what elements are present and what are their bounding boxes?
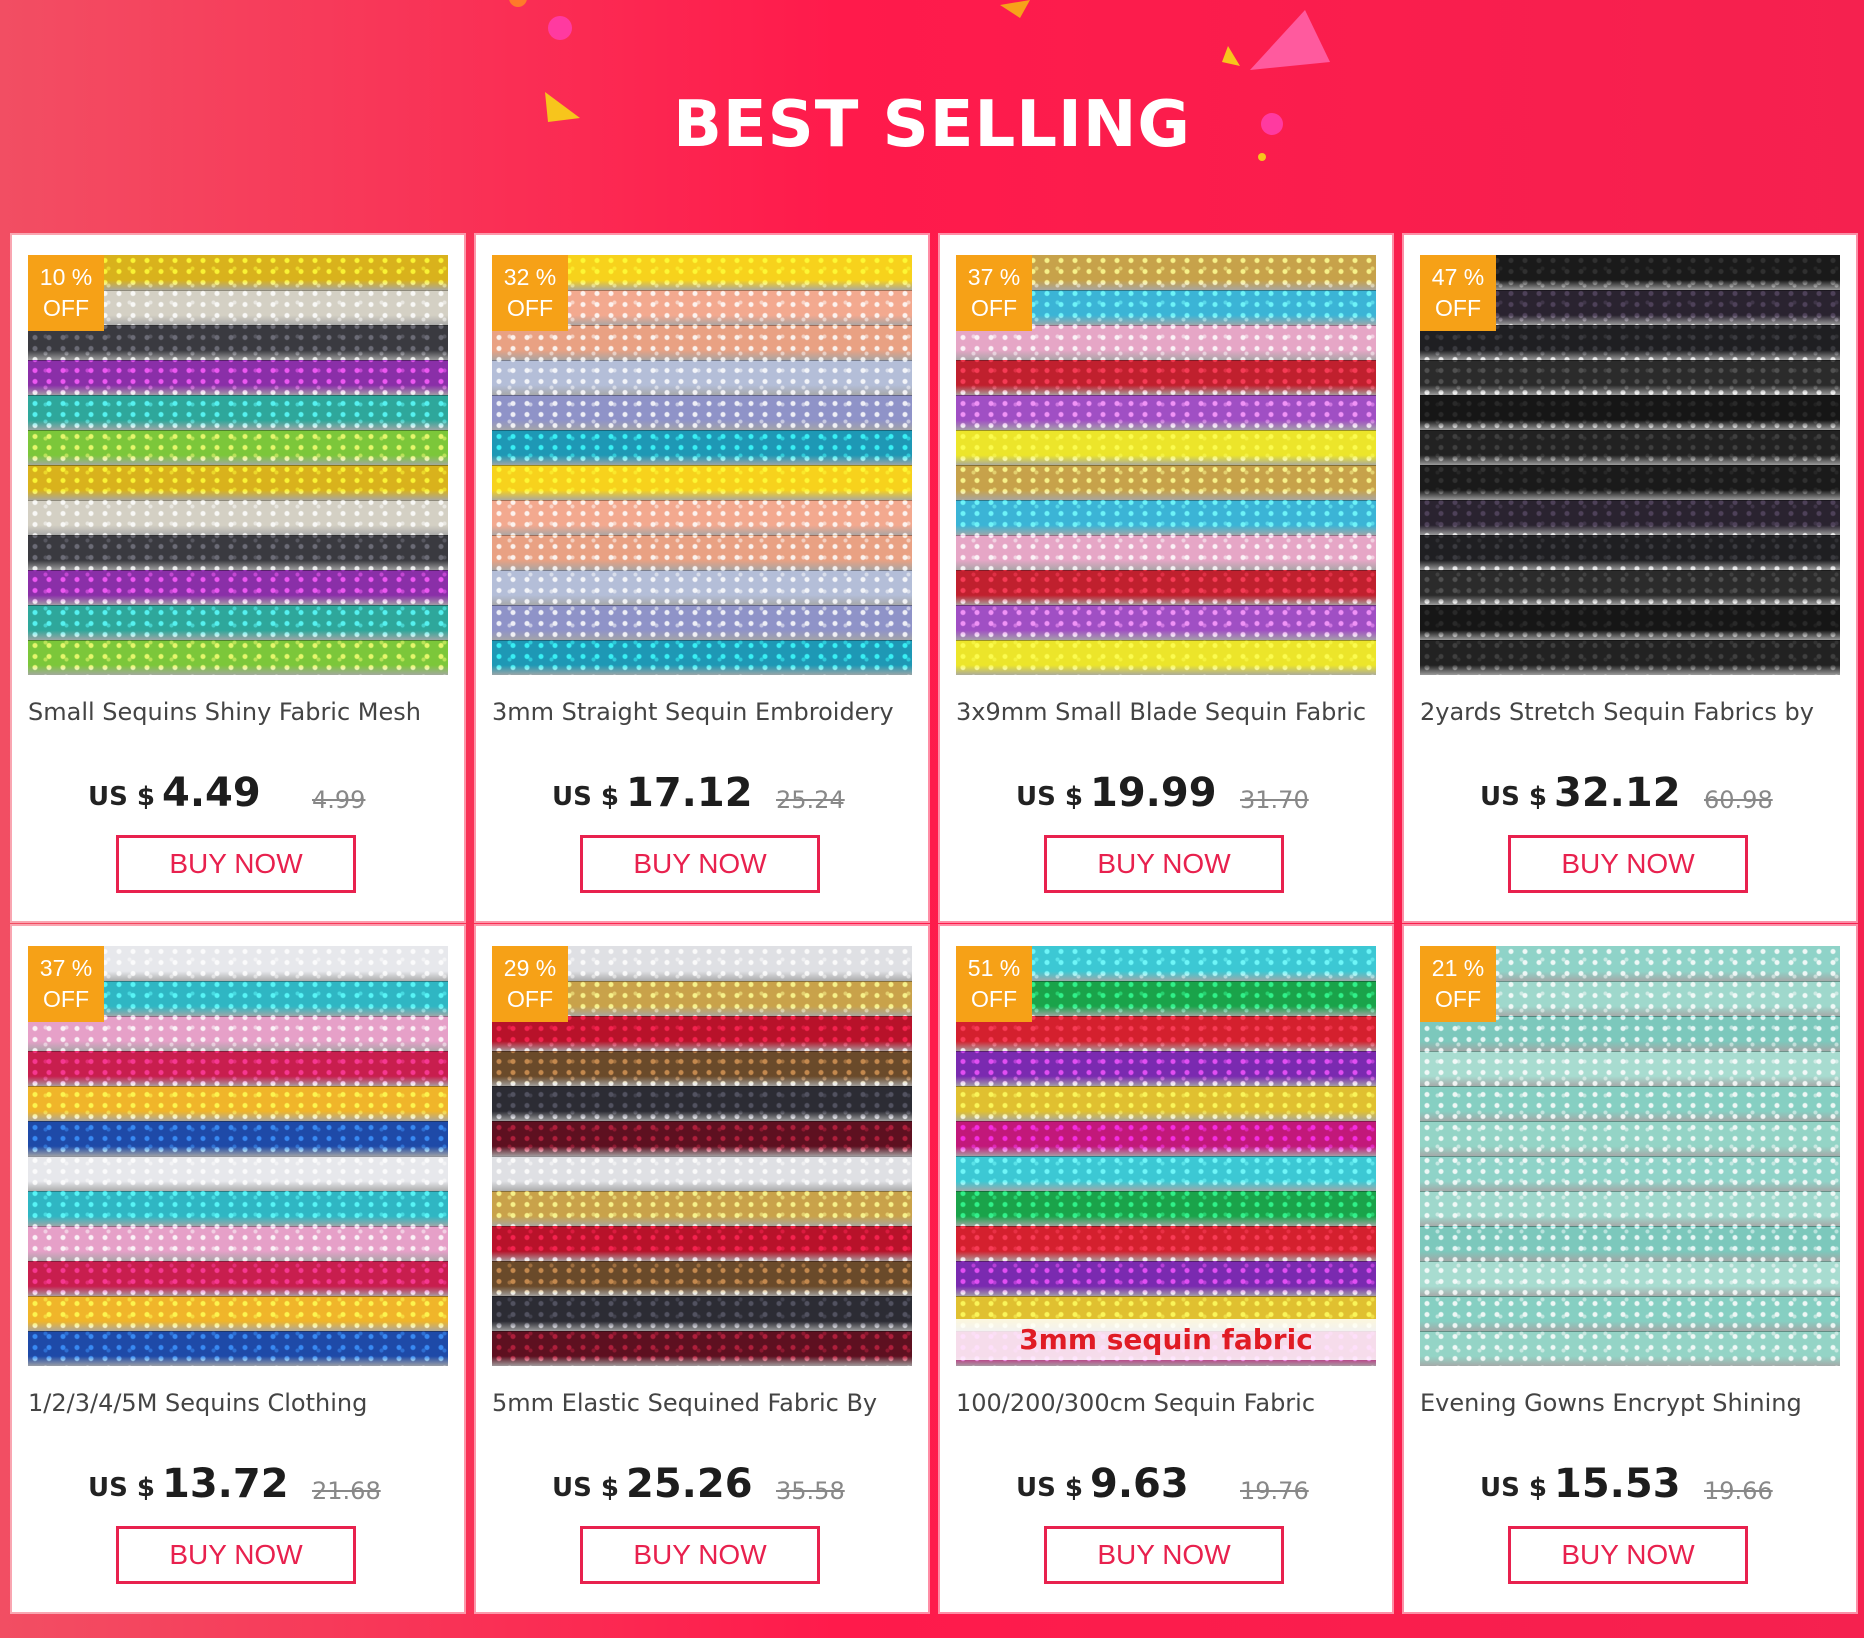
original-price: 60.98 [1704, 786, 1773, 814]
discount-percent: 21 % [1431, 955, 1485, 981]
buy-now-button[interactable]: BUY NOW [1044, 1526, 1284, 1584]
original-price: 21.68 [312, 1477, 381, 1505]
sale-price: 4.49 [162, 770, 261, 816]
sale-price: 25.26 [626, 1461, 753, 1507]
buy-now-button[interactable]: BUY NOW [1508, 1526, 1748, 1584]
buy-now-button[interactable]: BUY NOW [1508, 835, 1748, 893]
price-row: US $ 17.12 25.24 [476, 770, 928, 820]
price-row: US $ 15.53 19.66 [1404, 1461, 1856, 1511]
page-title: BEST SELLING [673, 88, 1191, 162]
buy-now-button[interactable]: BUY NOW [116, 835, 356, 893]
product-card[interactable]: 29 % OFF 5mm Elastic Sequined Fabric By U… [476, 926, 928, 1612]
buy-now-button[interactable]: BUY NOW [116, 1526, 356, 1584]
sale-price: 17.12 [626, 770, 753, 816]
currency-label: US $ [1016, 782, 1083, 812]
discount-badge: 37 % OFF [956, 255, 1032, 331]
discount-percent: 10 % [39, 264, 93, 290]
sale-price: 32.12 [1554, 770, 1681, 816]
buy-now-button[interactable]: BUY NOW [580, 835, 820, 893]
price-row: US $ 19.99 31.70 [940, 770, 1392, 820]
discount-off-label: OFF [43, 986, 89, 1012]
currency-label: US $ [1016, 1473, 1083, 1503]
discount-off-label: OFF [971, 986, 1017, 1012]
discount-off-label: OFF [971, 295, 1017, 321]
discount-badge: 51 % OFF [956, 946, 1032, 1022]
discount-percent: 37 % [39, 955, 93, 981]
product-card[interactable]: 47 % OFF 2yards Stretch Sequin Fabrics by… [1404, 235, 1856, 921]
currency-label: US $ [1480, 782, 1547, 812]
buy-now-button[interactable]: BUY NOW [1044, 835, 1284, 893]
product-title[interactable]: 3x9mm Small Blade Sequin Fabric [956, 698, 1386, 726]
original-price: 31.70 [1240, 786, 1309, 814]
discount-badge: 29 % OFF [492, 946, 568, 1022]
product-card[interactable]: 21 % OFF Evening Gowns Encrypt Shining US… [1404, 926, 1856, 1612]
price-row: US $ 13.72 21.68 [12, 1461, 464, 1511]
currency-label: US $ [1480, 1473, 1547, 1503]
currency-label: US $ [552, 782, 619, 812]
product-title[interactable]: 100/200/300cm Sequin Fabric [956, 1389, 1386, 1417]
product-card[interactable]: 37 % OFF 1/2/3/4/5M Sequins Clothing US $… [12, 926, 464, 1612]
discount-off-label: OFF [43, 295, 89, 321]
product-title[interactable]: 3mm Straight Sequin Embroidery [492, 698, 922, 726]
product-grid: 10 % OFF Small Sequins Shiny Fabric Mesh … [12, 235, 1856, 1612]
product-title[interactable]: 2yards Stretch Sequin Fabrics by [1420, 698, 1850, 726]
discount-badge: 32 % OFF [492, 255, 568, 331]
discount-percent: 47 % [1431, 264, 1485, 290]
product-title[interactable]: 5mm Elastic Sequined Fabric By [492, 1389, 922, 1417]
price-row: US $ 9.63 19.76 [940, 1461, 1392, 1511]
buy-now-button[interactable]: BUY NOW [580, 1526, 820, 1584]
currency-label: US $ [552, 1473, 619, 1503]
original-price: 25.24 [776, 786, 845, 814]
sale-price: 13.72 [162, 1461, 289, 1507]
discount-percent: 37 % [967, 264, 1021, 290]
product-card[interactable]: 32 % OFF 3mm Straight Sequin Embroidery U… [476, 235, 928, 921]
discount-badge: 21 % OFF [1420, 946, 1496, 1022]
product-card[interactable]: 3mm sequin fabric 51 % OFF 100/200/300cm … [940, 926, 1392, 1612]
product-card[interactable]: 37 % OFF 3x9mm Small Blade Sequin Fabric … [940, 235, 1392, 921]
product-title[interactable]: 1/2/3/4/5M Sequins Clothing [28, 1389, 458, 1417]
discount-off-label: OFF [507, 986, 553, 1012]
image-caption: 3mm sequin fabric [956, 1319, 1376, 1360]
currency-label: US $ [88, 782, 155, 812]
original-price: 35.58 [776, 1477, 845, 1505]
product-card[interactable]: 10 % OFF Small Sequins Shiny Fabric Mesh … [12, 235, 464, 921]
sale-price: 9.63 [1090, 1461, 1189, 1507]
best-selling-banner: BEST SELLING 10 % OFF Small Sequins Shiny… [0, 0, 1864, 1638]
discount-percent: 32 % [503, 264, 557, 290]
discount-off-label: OFF [1435, 295, 1481, 321]
original-price: 19.76 [1240, 1477, 1309, 1505]
discount-badge: 47 % OFF [1420, 255, 1496, 331]
discount-off-label: OFF [1435, 986, 1481, 1012]
discount-percent: 51 % [967, 955, 1021, 981]
product-title[interactable]: Small Sequins Shiny Fabric Mesh [28, 698, 458, 726]
original-price: 19.66 [1704, 1477, 1773, 1505]
discount-badge: 37 % OFF [28, 946, 104, 1022]
discount-off-label: OFF [507, 295, 553, 321]
currency-label: US $ [88, 1473, 155, 1503]
price-row: US $ 4.49 4.99 [12, 770, 464, 820]
sale-price: 15.53 [1554, 1461, 1681, 1507]
price-row: US $ 25.26 35.58 [476, 1461, 928, 1511]
price-row: US $ 32.12 60.98 [1404, 770, 1856, 820]
discount-percent: 29 % [503, 955, 557, 981]
sale-price: 19.99 [1090, 770, 1217, 816]
discount-badge: 10 % OFF [28, 255, 104, 331]
product-title[interactable]: Evening Gowns Encrypt Shining [1420, 1389, 1850, 1417]
original-price: 4.99 [312, 786, 366, 814]
